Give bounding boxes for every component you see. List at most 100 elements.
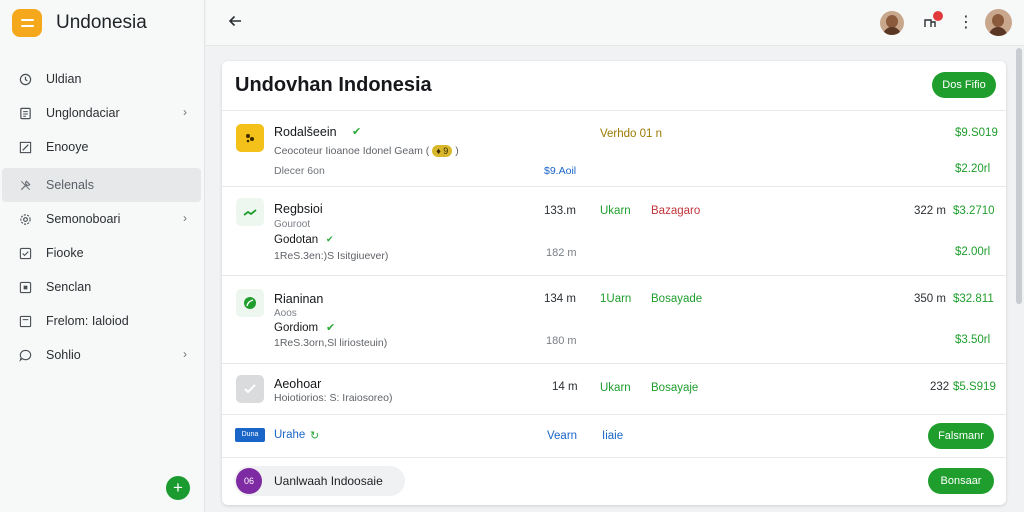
sidebar-item-label: Senclan (46, 280, 92, 294)
check-icon: ✔ (352, 126, 362, 138)
summary-name: Urahe (274, 429, 306, 441)
app-name: Undonesia (56, 12, 147, 33)
sidebar-item-frelom[interactable]: Frelom: Ialoiod (2, 304, 201, 338)
row-col-a: Ukarn (600, 205, 631, 217)
add-button[interactable]: + (166, 476, 190, 500)
scrollbar[interactable] (1016, 48, 1022, 304)
row-name: Regbsioi (274, 202, 323, 216)
sidebar-item-label: Frelom: Ialoiod (46, 314, 129, 328)
tag-icon (236, 124, 264, 152)
sidebar-item-unglondaciar[interactable]: Unglondaciar › (2, 96, 201, 130)
row-col-b: Bosayade (651, 293, 703, 305)
check-icon (236, 375, 264, 403)
row-col-a: Ukarn (600, 382, 631, 394)
brand[interactable]: Undonesia (12, 9, 147, 37)
tools-icon (18, 178, 32, 192)
sidebar-item-label: Uldian (46, 72, 82, 86)
user-avatar[interactable] (985, 9, 1012, 36)
row-meta: Dlecer 6on (274, 165, 325, 177)
row-amount-secondary: $3.50rl (955, 334, 991, 346)
row-sub: Hoiotiorios: S: Iraiosoreo) (274, 392, 393, 404)
leaf-icon (236, 289, 264, 317)
row-amount: $9.S019 (955, 127, 998, 139)
header-action-button[interactable]: Dos Fifio (932, 72, 996, 98)
sidebar-item-label: Semonoboari (46, 212, 121, 226)
summary-action-button[interactable]: Falsmanr (928, 423, 994, 449)
summary-col-a: Vearn (547, 430, 578, 442)
chevron-right-icon: › (183, 211, 187, 225)
row-name: Rodalšeein (274, 125, 337, 139)
row-col-b: Bosayaje (651, 382, 699, 394)
sidebar-item-sohlio[interactable]: Sohlio › (2, 338, 201, 372)
sidebar-item-label: Unglondaciar (46, 106, 120, 120)
row-name: Rianinan (274, 292, 324, 306)
sync-icon: ↻ (310, 430, 320, 442)
row-sub: Ceocoteur Iioanoe Idonel Geam ( (274, 145, 430, 157)
check-icon: ✔ (326, 234, 334, 244)
row-amount: $3.2710 (953, 205, 995, 217)
sidebar-item-enooye[interactable]: Enooye (2, 130, 201, 164)
sidebar-item-label: Enooye (46, 140, 89, 154)
row-amount: $5.S919 (953, 381, 996, 393)
check-icon: ✔ (326, 322, 336, 334)
sidebar-item-fiooke[interactable]: Fiooke (2, 236, 201, 270)
row-qty: 134 m (544, 293, 576, 305)
more-icon[interactable]: ⋮ (958, 12, 974, 32)
row-qty: 14 m (552, 381, 578, 393)
document-icon (18, 106, 32, 120)
chevron-right-icon: › (183, 347, 187, 361)
row-sub: Aoos (274, 308, 297, 319)
sidebar-item-senclan[interactable]: Senclan (2, 270, 201, 304)
note-icon (18, 314, 32, 328)
row-amount-left: 322 m (914, 205, 946, 217)
row-amount-left: 350 m (914, 293, 946, 305)
row-amount-left: 232 (930, 381, 950, 393)
menu-icon[interactable] (12, 9, 42, 37)
footer-avatar: 06 (236, 468, 262, 494)
clock-icon (18, 72, 32, 86)
row-line2: Gordiom (274, 322, 319, 334)
sidebar-item-uldian[interactable]: Uldian (2, 62, 201, 96)
square-icon (18, 280, 32, 294)
back-arrow-icon[interactable] (226, 12, 244, 35)
checkbox-icon (18, 246, 32, 260)
row-amount: $32.811 (953, 293, 994, 305)
summary-col-b: Iiaie (602, 430, 624, 442)
row-qty: 133.m (544, 205, 576, 217)
chevron-right-icon: › (183, 105, 187, 119)
user-avatar-small[interactable] (880, 11, 904, 35)
notification-badge (933, 11, 943, 21)
sidebar: Undonesia Uldian Unglondaciar › Enooye S… (0, 0, 205, 512)
main-card: Undovhan Indonesia Dos Fifio Rodalšeein … (222, 61, 1006, 505)
row-qty-secondary: 182 m (546, 247, 577, 259)
chat-icon (18, 348, 32, 362)
row-meta-value: $9.Aoil (544, 165, 577, 177)
sidebar-item-selenals[interactable]: Selenals (2, 168, 201, 202)
page-title: Undovhan Indonesia (235, 74, 432, 96)
row-line3: 1ReS.3orn,Sl liriosteuin) (274, 337, 388, 349)
sidebar-nav: Uldian Unglondaciar › Enooye Selenals Se… (0, 62, 205, 372)
summary-tag: Duna (235, 428, 265, 442)
row-amount-secondary: $2.20rl (955, 163, 991, 175)
footer-label: Uanlwaah Indoosaie (274, 474, 383, 488)
trend-icon (236, 198, 264, 226)
row-line3: 1ReS.3en:)S Isitgiuever) (274, 250, 389, 262)
row-sub: Gouroot (274, 219, 311, 230)
row-col-a: 1Uarn (600, 293, 632, 305)
edit-icon (18, 140, 32, 154)
footer-chip[interactable]: 06 Uanlwaah Indoosaie (234, 466, 405, 496)
row-name: Aeohoar (274, 377, 322, 391)
row-badge: ♦ 9 (432, 145, 453, 157)
row-qty-secondary: 180 m (546, 335, 577, 347)
footer-action-button[interactable]: Bonsaar (928, 468, 994, 494)
sidebar-item-label: Sohlio (46, 348, 81, 362)
row-status: Verhdo 01 n (600, 128, 663, 140)
gear-icon (18, 212, 32, 226)
row-line2: Godotan (274, 234, 319, 246)
sidebar-item-label: Selenals (46, 178, 94, 192)
topbar: ⋮ (206, 0, 1024, 46)
sidebar-item-semonoboari[interactable]: Semonoboari › (2, 202, 201, 236)
row-col-b: Bazagaro (651, 205, 701, 217)
sidebar-item-label: Fiooke (46, 246, 84, 260)
row-amount-secondary: $2.00rl (955, 246, 991, 258)
